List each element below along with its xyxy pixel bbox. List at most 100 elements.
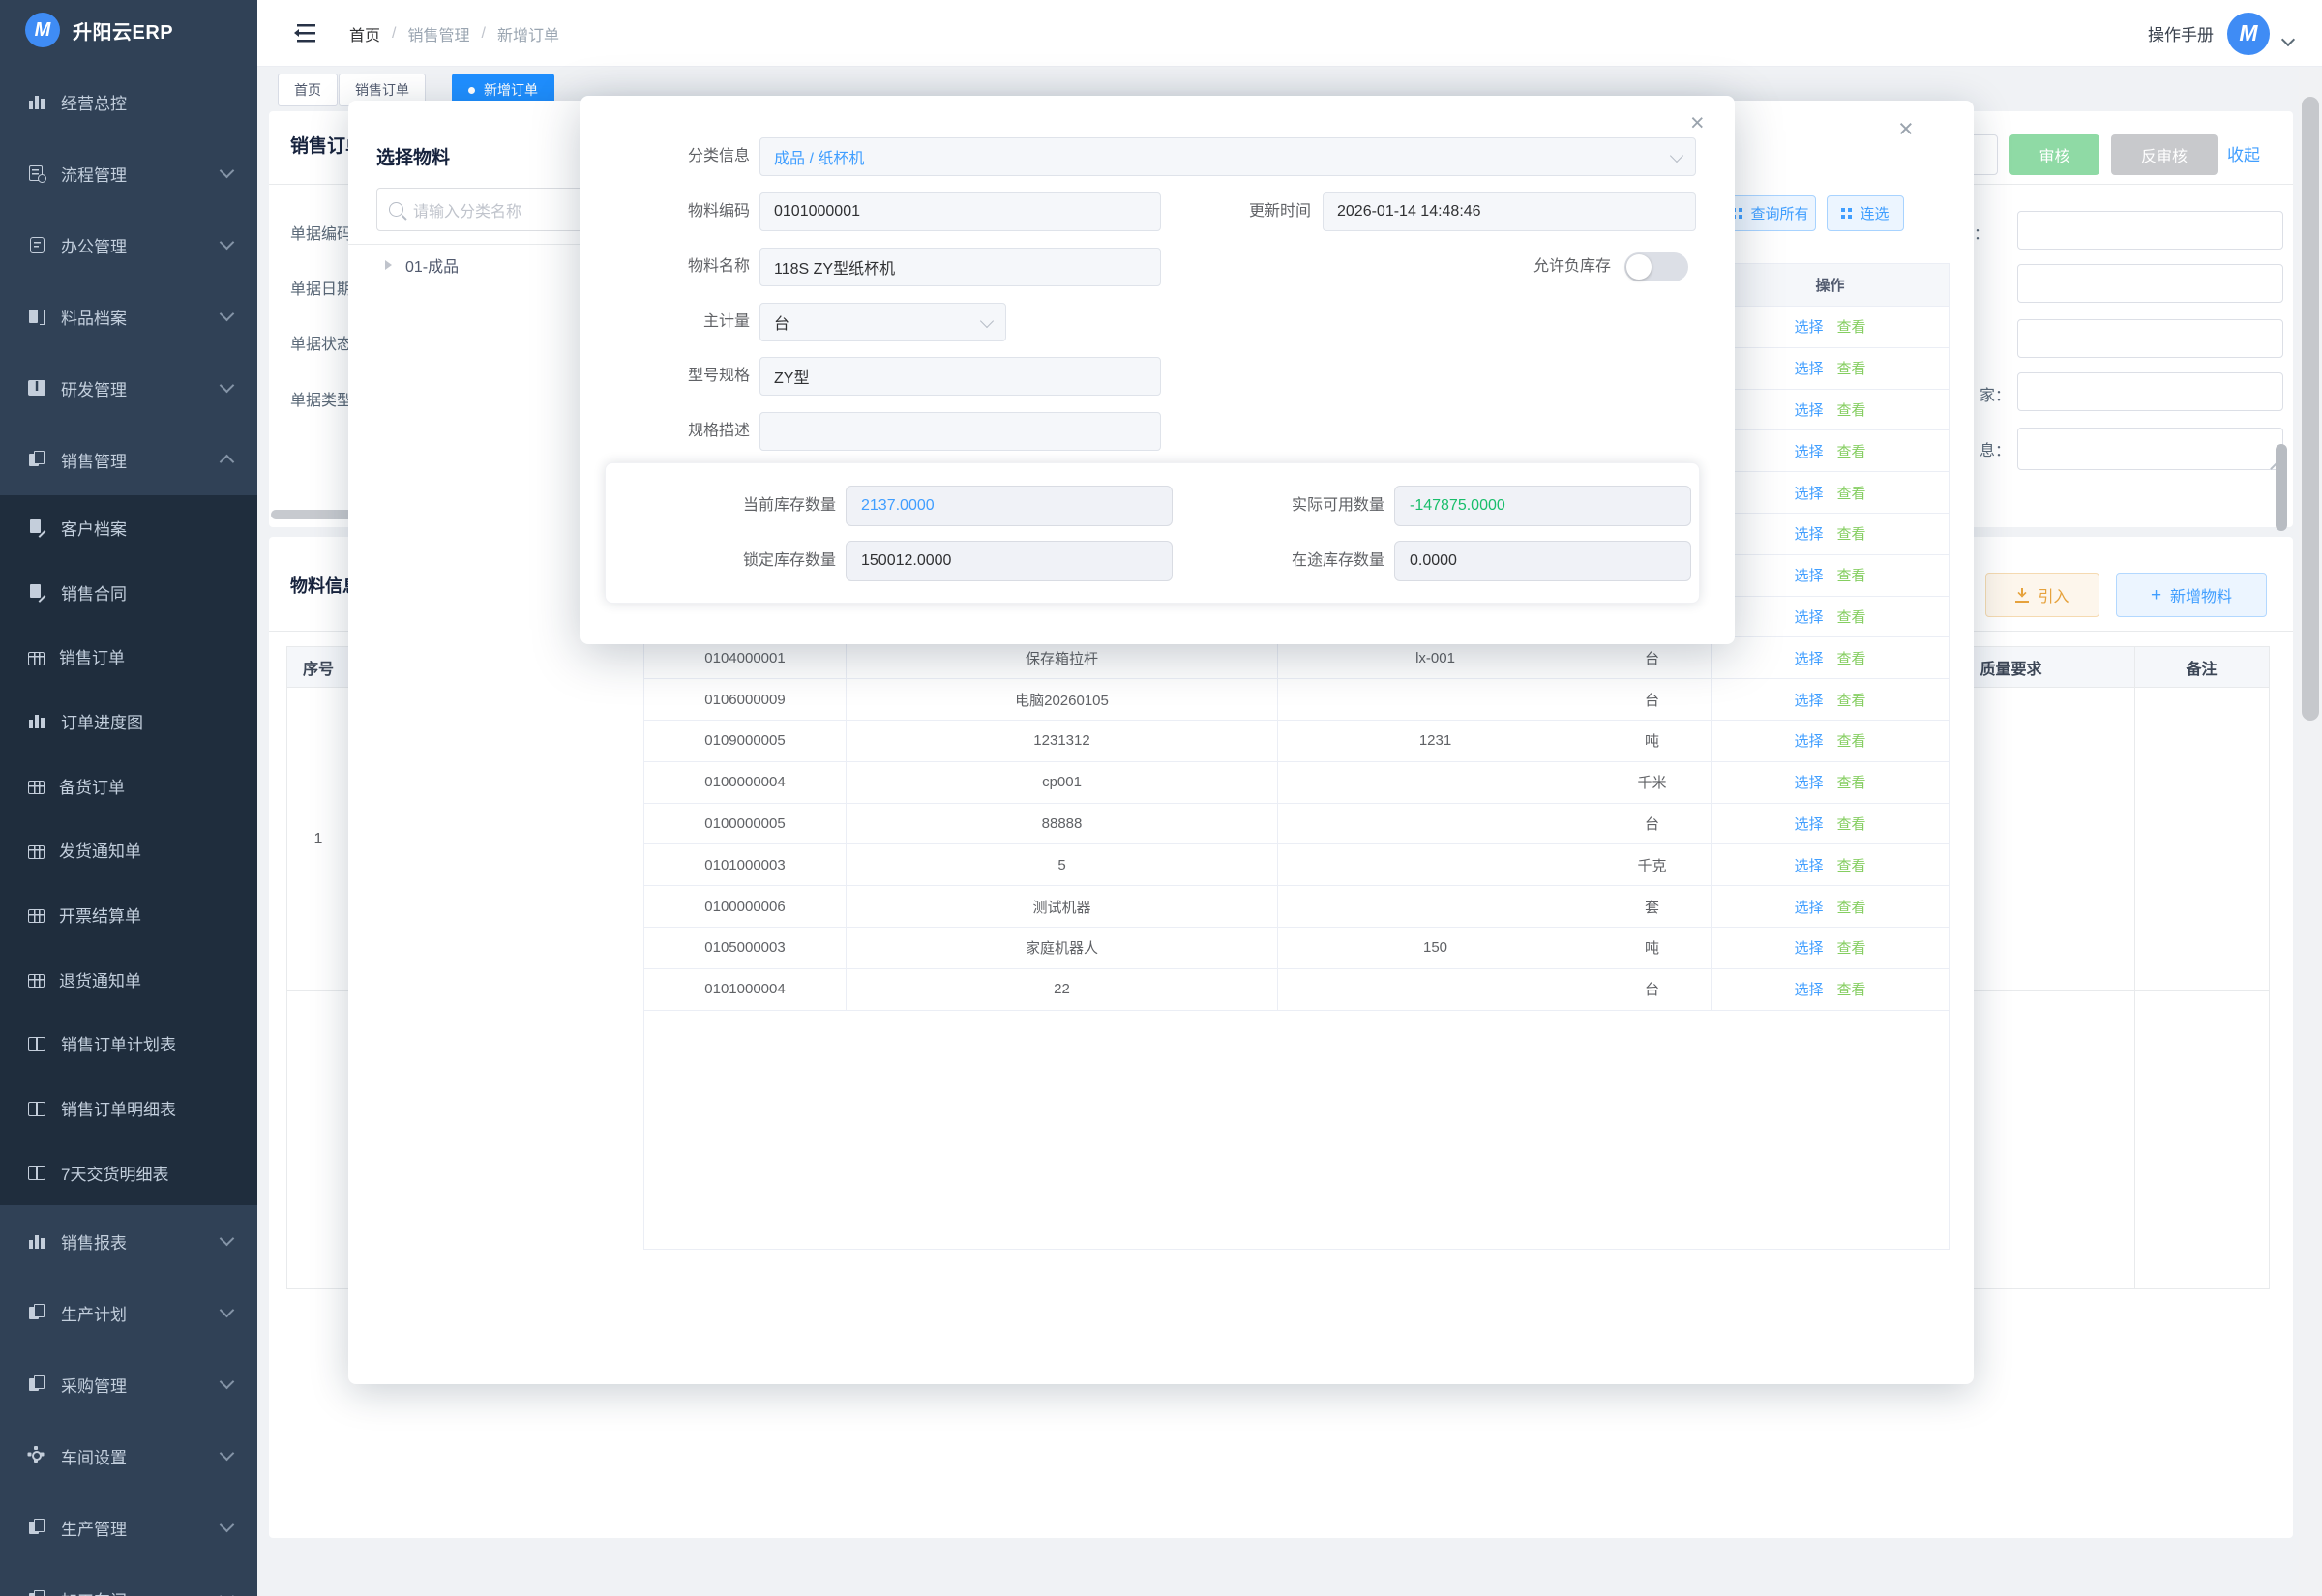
desc-input[interactable] [759,412,1161,451]
select-link[interactable]: 选择 [1794,648,1823,668]
view-link[interactable]: 查看 [1837,897,1866,917]
select-link[interactable]: 选择 [1794,523,1823,544]
breadcrumb-sales[interactable]: 销售管理 [407,22,469,45]
multi-select-button[interactable]: 连选 [1827,195,1904,231]
current-stock-input[interactable]: 2137.0000 [846,486,1173,526]
sidebar-subitem[interactable]: 销售合同 [0,560,257,625]
select-link[interactable]: 选择 [1794,606,1823,627]
name-input[interactable]: 118S ZY型纸杯机 [759,248,1161,286]
sidebar-menu-top: 经营总控 流程管理 办公管理 料品档案 研发管理 [0,66,257,495]
right-form-input-3[interactable] [2017,319,2283,358]
right-form-input-1[interactable] [2017,211,2283,250]
updated-input[interactable]: 2026-01-14 14:48:46 [1323,192,1696,231]
sidebar-submenu-sales: 客户档案 销售合同 销售订单 订单进度图 备货订单 发货通知单 [0,495,257,1205]
add-material-button[interactable]: + 新增物料 [2116,573,2267,617]
sidebar-item[interactable]: 销售报表 [0,1205,257,1277]
view-link[interactable]: 查看 [1837,979,1866,999]
code-input[interactable]: 0101000001 [759,192,1161,231]
select-link[interactable]: 选择 [1794,897,1823,917]
sidebar-item[interactable]: 加工车间 [0,1563,257,1596]
available-stock-input[interactable]: -147875.0000 [1394,486,1691,526]
select-link[interactable]: 选择 [1794,316,1823,337]
select-link[interactable]: 选择 [1794,483,1823,503]
sidebar-item[interactable]: 生产管理 [0,1492,257,1563]
view-link[interactable]: 查看 [1837,730,1866,751]
sidebar-item[interactable]: 流程管理 [0,137,257,209]
sidebar-item[interactable]: 办公管理 [0,209,257,281]
select-link[interactable]: 选择 [1794,690,1823,710]
select-link[interactable]: 选择 [1794,565,1823,585]
select-link[interactable]: 选择 [1794,813,1823,834]
sidebar-subitem[interactable]: 发货通知单 [0,817,257,882]
select-link[interactable]: 选择 [1794,441,1823,461]
view-link[interactable]: 查看 [1837,606,1866,627]
select-link[interactable]: 选择 [1794,358,1823,378]
view-link[interactable]: 查看 [1837,358,1866,378]
sidebar-item[interactable]: 经营总控 [0,66,257,137]
select-link[interactable]: 选择 [1794,730,1823,751]
info-textarea[interactable] [2017,428,2283,470]
sidebar-item[interactable]: 生产计划 [0,1277,257,1348]
popup-close-icon[interactable]: × [1690,111,1705,135]
code-label: 物料编码 [605,192,750,231]
sidebar-subitem[interactable]: 订单进度图 [0,689,257,754]
view-link[interactable]: 查看 [1837,648,1866,668]
user-menu-caret-icon[interactable] [2281,32,2295,45]
view-link[interactable]: 查看 [1837,855,1866,875]
breadcrumb-home[interactable]: 首页 [349,22,380,45]
modal-close-icon[interactable]: × [1898,116,1914,142]
sidebar-subitem[interactable]: 客户档案 [0,495,257,560]
select-link[interactable]: 选择 [1794,937,1823,958]
view-link[interactable]: 查看 [1837,690,1866,710]
view-link[interactable]: 查看 [1837,399,1866,420]
view-link[interactable]: 查看 [1837,937,1866,958]
view-link[interactable]: 查看 [1837,565,1866,585]
sidebar-item[interactable]: 采购管理 [0,1348,257,1420]
tree-node-finished-goods[interactable]: 01-成品 [385,253,459,277]
sidebar-item[interactable]: 研发管理 [0,352,257,424]
view-link[interactable]: 查看 [1837,316,1866,337]
import-button[interactable]: 引入 [1985,573,2099,617]
locked-stock-input[interactable]: 150012.0000 [846,541,1173,581]
vendor-input[interactable] [2017,372,2283,411]
sidebar-item[interactable]: 销售管理 [0,424,257,495]
sidebar-item[interactable]: 料品档案 [0,281,257,352]
collapse-link[interactable]: 收起 [2227,141,2260,165]
material-op-cell: 选择 查看 [1712,928,1949,968]
view-link[interactable]: 查看 [1837,523,1866,544]
vscroll-thumb[interactable] [2302,97,2319,721]
audit-button[interactable]: 审核 [2009,134,2099,175]
transit-stock-input[interactable]: 0.0000 [1394,541,1691,581]
select-link[interactable]: 选择 [1794,855,1823,875]
sidebar-item[interactable]: 车间设置 [0,1420,257,1492]
sidebar-subitem[interactable]: 退货通知单 [0,947,257,1012]
unit-select[interactable]: 台 [759,303,1006,341]
allow-negative-toggle[interactable] [1624,252,1688,281]
material-unit-cell: 千米 [1593,762,1712,803]
sidebar-subitem[interactable]: 销售订单计划表 [0,1012,257,1077]
manual-link[interactable]: 操作手册 [2148,21,2214,45]
sidebar-subitem[interactable]: 销售订单明细表 [0,1076,257,1140]
sidebar-subitem[interactable]: 备货订单 [0,754,257,818]
right-form-input-2[interactable] [2017,264,2283,303]
view-link[interactable]: 查看 [1837,441,1866,461]
panel-vscroll-thumb[interactable] [2276,444,2287,531]
sidebar-collapse-icon[interactable] [290,22,315,44]
sidebar-subitem[interactable]: 销售订单 [0,624,257,689]
view-link[interactable]: 查看 [1837,483,1866,503]
query-all-button[interactable]: 查询所有 [1725,195,1816,231]
tree-expand-caret-icon[interactable] [385,260,397,270]
select-link[interactable]: 选择 [1794,772,1823,792]
model-input[interactable]: ZY型 [759,357,1161,396]
unaudit-button[interactable]: 反审核 [2111,134,2218,175]
select-link[interactable]: 选择 [1794,399,1823,420]
select-link[interactable]: 选择 [1794,979,1823,999]
sidebar-subitem[interactable]: 7天交货明细表 [0,1140,257,1205]
view-link[interactable]: 查看 [1837,772,1866,792]
plus-icon: + [2151,586,2161,605]
view-link[interactable]: 查看 [1837,813,1866,834]
sidebar-subitem[interactable]: 开票结算单 [0,882,257,947]
category-select[interactable]: 成品 / 纸杯机 [759,137,1696,176]
avatar[interactable]: M [2227,13,2270,55]
tab-home[interactable]: 首页 [278,74,338,106]
